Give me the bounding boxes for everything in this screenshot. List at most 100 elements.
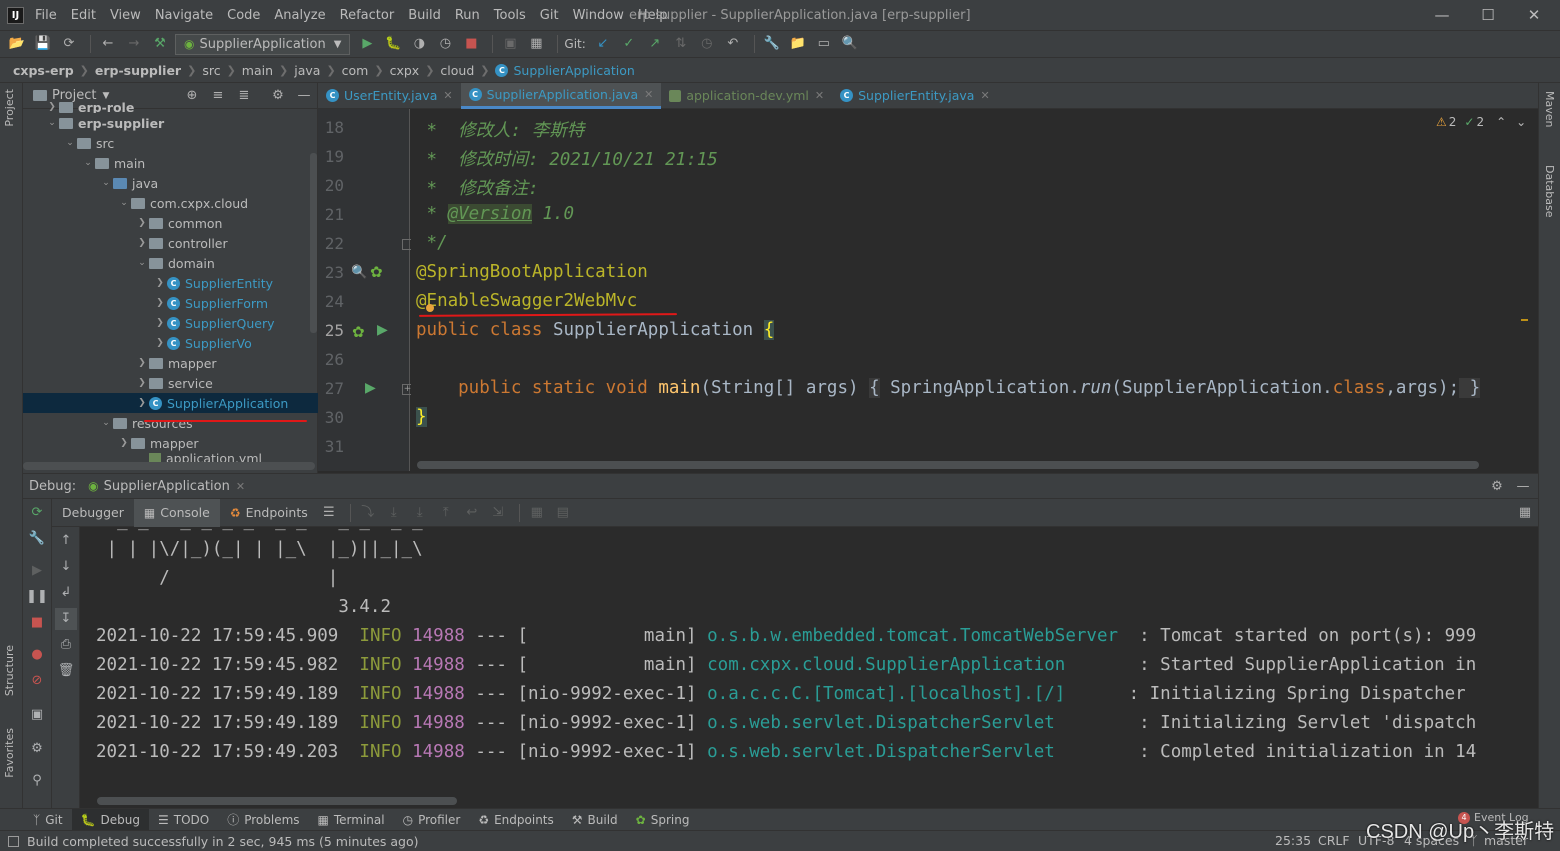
tree-item-selected[interactable]: ❯ C SupplierApplication [23,393,318,413]
tree-item[interactable]: ❯ C SupplierVo [23,333,318,353]
evaluate-icon[interactable]: ▦ [526,502,548,524]
coverage-icon[interactable]: ◑ [408,33,430,55]
sync-icon[interactable]: ⟳ [58,33,80,55]
soft-wrap-icon[interactable]: ↲ [55,582,77,604]
editor-horizontal-scrollbar[interactable] [417,461,1479,469]
gear-icon[interactable]: ⚙ [26,738,48,760]
git-history-icon[interactable]: ◷ [696,33,718,55]
tool-tab-todo[interactable]: ☰ TODO [149,809,218,831]
tool-tab-build[interactable]: ⚒ Build [563,809,627,831]
intention-bulb-icon[interactable] [426,304,434,312]
tree-item[interactable]: ❯ controller [23,233,318,253]
minimize-button[interactable]: — [1419,0,1465,31]
step-out-icon[interactable]: ⤒ [435,502,457,524]
arrow-down-icon[interactable]: ↓ [55,556,77,578]
status-message[interactable]: Build completed successfully in 2 sec, 9… [27,834,419,849]
hide-panel-icon[interactable]: — [1512,476,1534,498]
tab-debugger[interactable]: Debugger [52,499,134,527]
project-structure-icon[interactable]: ▦ [525,33,547,55]
breadcrumb-item[interactable]: cxps-erp [13,63,74,78]
menu-window[interactable]: Window [566,0,631,31]
breadcrumb-item[interactable]: erp-supplier [95,63,181,78]
gear-icon[interactable]: ⚙ [1486,476,1508,498]
menu-refactor[interactable]: Refactor [333,0,402,31]
menu-navigate[interactable]: Navigate [148,0,220,31]
line-separator[interactable]: CRLF [1318,833,1350,848]
breadcrumb-item[interactable]: SupplierApplication [513,63,634,78]
view-breakpoints-icon[interactable]: ● [26,644,48,666]
open-folder-icon[interactable]: 📂 [6,33,28,55]
menu-edit[interactable]: Edit [64,0,103,31]
close-button[interactable]: ✕ [1511,0,1557,31]
step-over-icon[interactable]: ⤵ [357,502,379,524]
tree-item[interactable]: ❯ C SupplierEntity [23,273,318,293]
mute-breakpoints-icon[interactable]: ⊘ [26,670,48,692]
database-tool-tab[interactable]: Database [1543,165,1556,218]
run-gutter-icon[interactable]: ▶ [377,322,388,338]
warning-marker[interactable] [1521,319,1528,321]
tree-item[interactable]: ❯ common [23,213,318,233]
trace-icon[interactable]: ▤ [552,502,574,524]
find-usages-icon[interactable]: 🔍 [351,265,367,280]
code-editor[interactable]: * 修改人: 李斯特 * 修改时间: 2021/10/21 21:15 * 修改… [411,109,1528,471]
project-structure-folder-icon[interactable]: 📁 [787,33,809,55]
console-horizontal-scrollbar[interactable] [97,797,457,805]
debug-bug-icon[interactable]: 🐛 [382,33,404,55]
tool-tab-git[interactable]: ᛉ Git [24,809,72,831]
menu-run[interactable]: Run [448,0,487,31]
tool-tab-endpoints[interactable]: ♻ Endpoints [469,809,562,831]
chevron-up-icon[interactable]: ⌃ [1496,115,1506,129]
tree-item[interactable]: ⌄ erp-supplier [23,113,318,133]
tree-item[interactable]: ❯ C SupplierForm [23,293,318,313]
settings-wrench-icon[interactable]: 🔧 [761,33,783,55]
project-tool-tab[interactable]: Project [3,89,16,127]
pin-icon[interactable]: ⚲ [26,770,48,792]
stop-icon[interactable]: ■ [460,33,482,55]
breadcrumb-item[interactable]: main [242,63,273,78]
menu-tools[interactable]: Tools [487,0,533,31]
run-gutter-icon[interactable]: ▶ [365,380,376,396]
maven-tool-tab[interactable]: Maven [1543,91,1556,127]
breadcrumb-item[interactable]: com [342,63,369,78]
tool-tab-spring[interactable]: ✿ Spring [627,809,699,831]
horizontal-scrollbar[interactable] [23,462,315,470]
tree-item[interactable]: ❯ erp-role [23,101,318,113]
tool-tab-problems[interactable]: ⓘ Problems [218,809,308,831]
tree-item[interactable]: ❯ mapper [23,433,318,453]
breadcrumb-item[interactable]: cloud [440,63,474,78]
tree-item[interactable]: ⌄ com.cxpx.cloud [23,193,318,213]
scroll-to-end-icon[interactable]: ↧ [55,608,77,630]
attach-debugger-icon[interactable]: ▣ [499,33,521,55]
tab-console[interactable]: ▦ Console [133,498,220,527]
save-all-icon[interactable]: 💾 [32,33,54,55]
menu-file[interactable]: File [28,0,64,31]
tree-item[interactable]: ❯ service [23,373,318,393]
tree-item[interactable]: ⌄ main [23,153,318,173]
breadcrumb-item[interactable]: src [202,63,220,78]
step-into-icon[interactable]: ⤓ [383,502,405,524]
menu-code[interactable]: Code [220,0,267,31]
settings-wrench-icon[interactable]: 🔧 [26,528,48,550]
resume-icon[interactable]: ▶ [26,560,48,582]
menu-build[interactable]: Build [401,0,448,31]
menu-git[interactable]: Git [533,0,566,31]
menu-analyze[interactable]: Analyze [267,0,332,31]
back-arrow-icon[interactable]: ← [97,33,119,55]
inspection-widget[interactable]: ⚠ 2 ✓ 2 ⌃ ⌄ [1436,115,1526,129]
stop-icon[interactable]: ■ [26,612,48,634]
trash-icon[interactable]: 🗑 [55,660,77,682]
pause-icon[interactable]: ❚❚ [26,586,48,608]
forward-arrow-icon[interactable]: → [123,33,145,55]
tool-tab-profiler[interactable]: ◷ Profiler [394,809,470,831]
console-output[interactable]: _ _ _ _ _ _ _ _ _ _ _ _ | | |\/|_)(_| | … [81,527,1538,808]
tree-item[interactable]: ⌄ resources [23,413,318,433]
arrow-up-icon[interactable]: ↑ [55,530,77,552]
profile-icon[interactable]: ◷ [434,33,456,55]
layout-icon[interactable]: ▦ [1514,502,1536,524]
git-push-icon[interactable]: ↗ [644,33,666,55]
menu-view[interactable]: View [103,0,148,31]
status-toggle-icon[interactable] [8,835,19,847]
chevron-down-icon[interactable]: ⌄ [1516,115,1526,129]
tree-item[interactable]: ❯ C SupplierQuery [23,313,318,333]
close-tab-icon[interactable]: ✕ [236,480,245,493]
